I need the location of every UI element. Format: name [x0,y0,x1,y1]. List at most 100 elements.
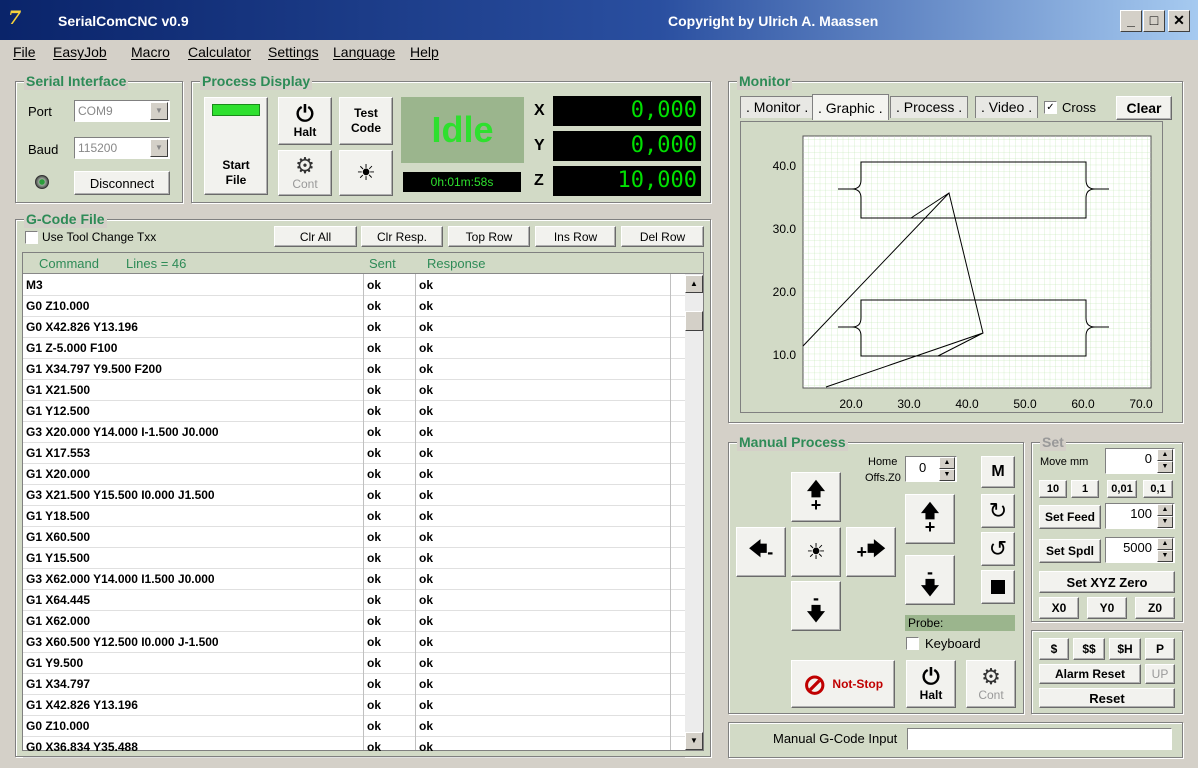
table-row[interactable]: G0 Z10.000 ok ok [23,296,685,317]
up-button[interactable]: UP [1145,664,1175,684]
table-row[interactable]: G0 Z10.000 ok ok [23,716,685,737]
cont-button[interactable]: ⚙ Cont [278,150,332,196]
menu-settings[interactable]: Settings [268,44,319,60]
cross-checkbox[interactable]: ✓ [1044,101,1057,114]
set-feed-button[interactable]: Set Feed [1039,505,1101,529]
spindle-light-manual-button[interactable]: ☀ [791,527,841,577]
home-cycle-button[interactable]: $H [1109,638,1141,660]
menu-language[interactable]: Language [333,44,395,60]
graphic-view[interactable]: 40.0 30.0 20.0 10.0 20.0 30.0 40.0 50.0 … [740,121,1163,413]
macro-m-button[interactable]: M [981,456,1015,488]
scroll-up-icon[interactable]: ▲ [685,275,703,293]
spin-down-icon[interactable]: ▼ [939,469,955,481]
menu-help[interactable]: Help [410,44,439,60]
menu-macro[interactable]: Macro [131,44,170,60]
spin-down-icon[interactable]: ▼ [1157,550,1173,562]
step-0-1-button[interactable]: 0,1 [1143,480,1173,498]
delete-row-button[interactable]: Del Row [621,226,704,247]
spin-down-icon[interactable]: ▼ [1157,461,1173,473]
table-row[interactable]: G3 X62.000 Y14.000 I1.500 J0.000 ok ok [23,569,685,590]
tab-process[interactable]: . Process . [890,96,969,118]
move-mm-spinner[interactable]: 0 ▲ ▼ [1105,448,1175,474]
y0-button[interactable]: Y0 [1087,597,1127,619]
table-row[interactable]: G3 X60.500 Y12.500 I0.000 J-1.500 ok ok [23,632,685,653]
gcode-scrollbar[interactable]: ▲ ▼ [685,274,703,750]
clear-all-button[interactable]: Clr All [274,226,357,247]
spin-down-icon[interactable]: ▼ [1157,516,1173,528]
table-row[interactable]: G1 X42.826 Y13.196 ok ok [23,695,685,716]
insert-row-button[interactable]: Ins Row [535,226,616,247]
table-row[interactable]: G1 Y18.500 ok ok [23,506,685,527]
table-row[interactable]: G1 Y9.500 ok ok [23,653,685,674]
spindle-spinner[interactable]: 5000 ▲ ▼ [1105,537,1175,563]
jog-y-plus-button[interactable]: 🡅 + [791,472,841,522]
clear-button[interactable]: Clear [1116,96,1172,120]
table-row[interactable]: G1 X34.797 ok ok [23,674,685,695]
jog-z-minus-button[interactable]: - 🡇 [905,555,955,605]
jog-x-plus-button[interactable]: + 🡆 [846,527,896,577]
tab-graphic[interactable]: . Graphic . [812,94,889,120]
manual-gcode-input[interactable] [907,728,1172,750]
menu-file[interactable]: File [13,44,36,60]
test-code-button[interactable]: Test Code [339,97,393,145]
gcode-table[interactable]: Command Lines = 46 Sent Response M3 ok ok G… [22,252,704,758]
z0-button[interactable]: Z0 [1135,597,1175,619]
spin-up-icon[interactable]: ▲ [1157,538,1173,550]
feed-spinner[interactable]: 100 ▲ ▼ [1105,503,1175,529]
disconnect-button[interactable]: Disconnect [74,171,170,195]
jog-x-minus-button[interactable]: 🡄 - [736,527,786,577]
keyboard-checkbox[interactable] [906,637,919,650]
port-select[interactable]: COM9 ▼ [74,100,170,122]
top-row-button[interactable]: Top Row [448,226,530,247]
tab-video[interactable]: . Video . [975,96,1039,118]
spindle-cw-button[interactable]: ↻ [981,494,1015,528]
table-row[interactable]: G0 X36.834 Y35.488 ok ok [23,737,685,758]
table-row[interactable]: G1 Z-5.000 F100 ok ok [23,338,685,359]
tab-monitor[interactable]: . Monitor . [740,96,815,118]
maximize-button[interactable]: □ [1143,10,1165,32]
table-row[interactable]: G1 X20.000 ok ok [23,464,685,485]
menu-easyjob[interactable]: EasyJob [53,44,107,60]
double-dollar-button[interactable]: $$ [1073,638,1105,660]
alarm-reset-button[interactable]: Alarm Reset [1039,664,1141,684]
table-row[interactable]: G1 Y12.500 ok ok [23,401,685,422]
tool-change-checkbox[interactable] [25,231,38,244]
dollar-button[interactable]: $ [1039,638,1069,660]
table-row[interactable]: G1 X34.797 Y9.500 F200 ok ok [23,359,685,380]
jog-y-minus-button[interactable]: - 🡇 [791,581,841,631]
minimize-button[interactable]: _ [1120,10,1142,32]
spin-up-icon[interactable]: ▲ [1157,504,1173,516]
scroll-down-icon[interactable]: ▼ [685,732,703,750]
spindle-stop-button[interactable] [981,570,1015,604]
menu-calculator[interactable]: Calculator [188,44,251,60]
reset-button[interactable]: Reset [1039,688,1175,708]
spin-up-icon[interactable]: ▲ [939,457,955,469]
table-row[interactable]: G1 X64.445 ok ok [23,590,685,611]
p-button[interactable]: P [1145,638,1175,660]
step-10-button[interactable]: 10 [1039,480,1067,498]
table-row[interactable]: G1 X17.553 ok ok [23,443,685,464]
manual-cont-button[interactable]: ⚙ Cont [966,660,1016,708]
set-xyz-zero-button[interactable]: Set XYZ Zero [1039,571,1175,593]
step-0-01-button[interactable]: 0,01 [1107,480,1137,498]
clear-response-button[interactable]: Clr Resp. [361,226,443,247]
table-row[interactable]: G3 X20.000 Y14.000 I-1.500 J0.000 ok ok [23,422,685,443]
spindle-ccw-button[interactable]: ↺ [981,532,1015,566]
halt-button[interactable]: ⏻ Halt [278,97,332,145]
table-row[interactable]: G0 X42.826 Y13.196 ok ok [23,317,685,338]
scroll-thumb[interactable] [685,311,703,331]
manual-halt-button[interactable]: ⏻ Halt [906,660,956,708]
x0-button[interactable]: X0 [1039,597,1079,619]
step-1-button[interactable]: 1 [1071,480,1099,498]
baud-select[interactable]: 115200 ▼ [74,137,170,159]
table-row[interactable]: G1 X62.000 ok ok [23,611,685,632]
offset-z0-spinner[interactable]: 0 ▲ ▼ [905,456,957,482]
table-row[interactable]: G1 X60.500 ok ok [23,527,685,548]
jog-z-plus-button[interactable]: 🡅 + [905,494,955,544]
close-button[interactable]: ✕ [1168,10,1190,32]
table-row[interactable]: G1 Y15.500 ok ok [23,548,685,569]
table-row[interactable]: G1 X21.500 ok ok [23,380,685,401]
not-stop-button[interactable]: ⊘ Not-Stop [791,660,895,708]
table-row[interactable]: G3 X21.500 Y15.500 I0.000 J1.500 ok ok [23,485,685,506]
table-row[interactable]: M3 ok ok [23,275,685,296]
